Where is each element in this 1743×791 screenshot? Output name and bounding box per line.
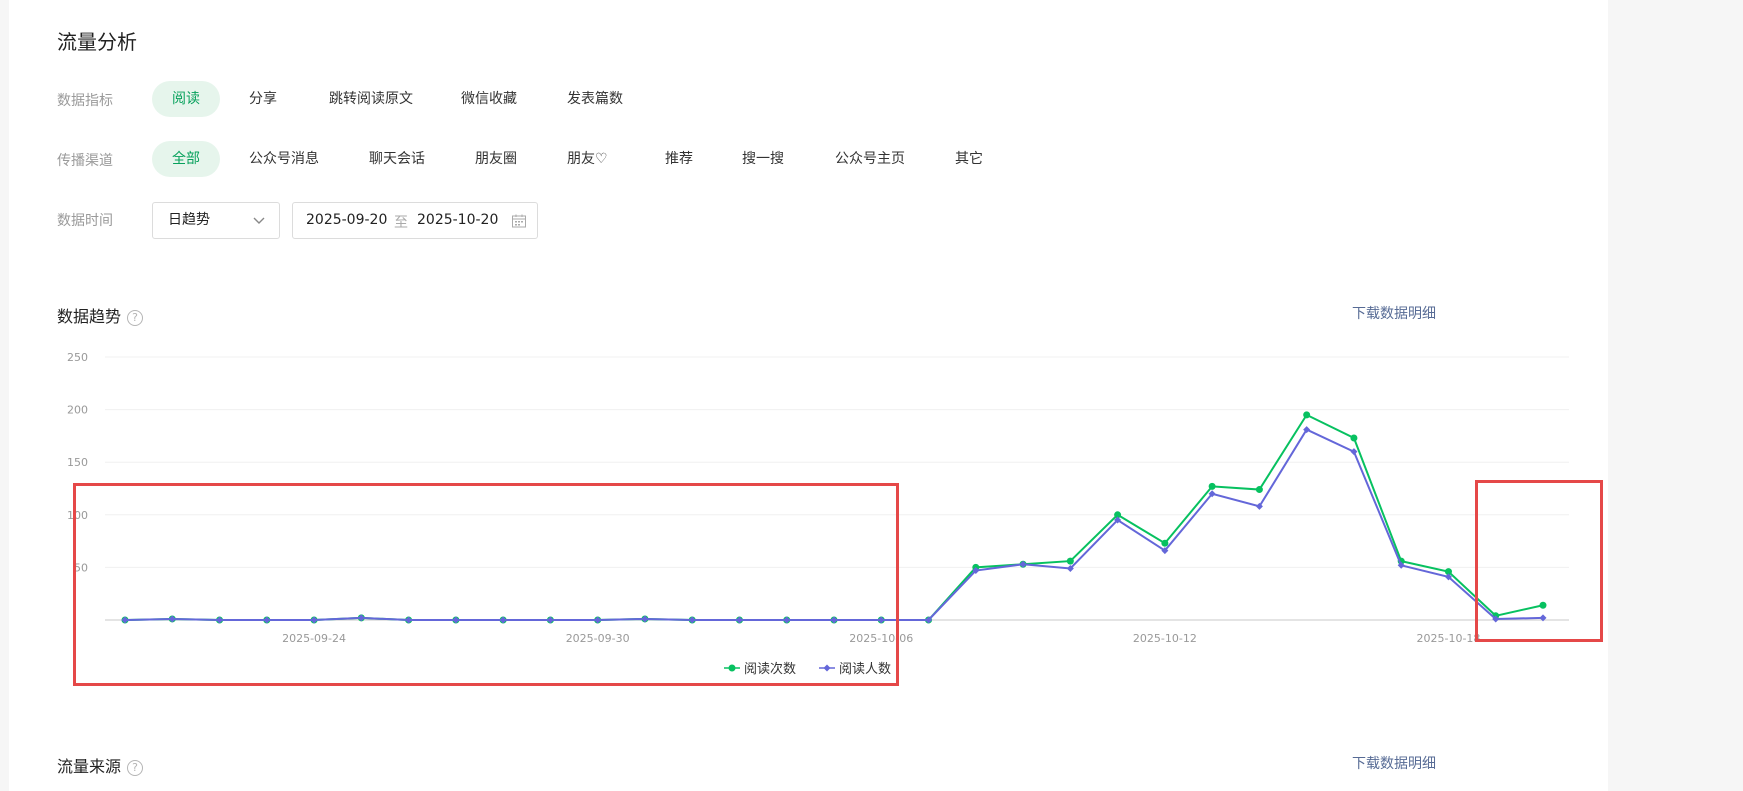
trend-download-link[interactable]: 下载数据明细	[1352, 303, 1436, 323]
channel-option-chat[interactable]: 聊天会话	[349, 141, 445, 177]
trend-section-title: 数据趋势?	[57, 303, 144, 327]
y-tick-label: 200	[67, 404, 88, 417]
x-tick-label: 2025-10-12	[1133, 632, 1197, 645]
channel-option-search[interactable]: 搜一搜	[722, 141, 804, 177]
data-point-reads	[1350, 434, 1358, 442]
metric-option-read-original[interactable]: 跳转阅读原文	[309, 81, 433, 117]
data-point-reads	[1066, 557, 1074, 565]
data-point-reads	[1208, 482, 1216, 490]
calendar-icon	[512, 214, 526, 228]
data-point-readers	[1350, 448, 1358, 456]
metric-option-wechat-favorite[interactable]: 微信收藏	[441, 81, 537, 117]
metric-option-share[interactable]: 分享	[229, 81, 297, 117]
annotation-box-right	[1475, 480, 1603, 642]
time-filter-label: 数据时间	[57, 213, 113, 229]
metric-filter-label: 数据指标	[57, 93, 113, 109]
chevron-down-icon	[253, 217, 265, 224]
granularity-value: 日趋势	[168, 212, 210, 228]
channel-option-moments[interactable]: 朋友圈	[455, 141, 537, 177]
channel-option-other[interactable]: 其它	[935, 141, 1003, 177]
y-tick-label: 150	[67, 456, 88, 469]
help-icon[interactable]: ?	[127, 310, 144, 326]
date-range-picker[interactable]: 2025-09-20 至 2025-10-20	[292, 202, 538, 239]
x-tick-label: 2025-10-18	[1416, 632, 1480, 645]
help-icon[interactable]: ?	[127, 760, 144, 776]
date-separator: 至	[394, 215, 408, 231]
channel-option-all[interactable]: 全部	[152, 141, 220, 177]
channel-option-account-message[interactable]: 公众号消息	[229, 141, 339, 177]
date-end[interactable]: 2025-10-20	[417, 212, 498, 228]
source-section-title: 流量来源?	[57, 753, 144, 777]
source-title-text: 流量来源	[57, 757, 122, 776]
source-download-link[interactable]: 下载数据明细	[1352, 753, 1436, 773]
channel-option-account-home[interactable]: 公众号主页	[815, 141, 925, 177]
data-point-reads	[1255, 486, 1263, 494]
metric-option-post-count[interactable]: 发表篇数	[547, 81, 643, 117]
y-tick-label: 250	[67, 351, 88, 364]
data-point-reads	[1161, 539, 1169, 547]
data-point-reads	[1303, 411, 1311, 419]
annotation-box-left	[73, 483, 899, 686]
channel-filter-label: 传播渠道	[57, 153, 113, 169]
granularity-select[interactable]: 日趋势	[152, 202, 280, 239]
channel-option-recommend[interactable]: 推荐	[645, 141, 713, 177]
page-title: 流量分析	[57, 30, 137, 54]
trend-title-text: 数据趋势	[57, 307, 122, 326]
channel-option-friends-like[interactable]: 朋友♡	[547, 141, 628, 177]
metric-option-reads[interactable]: 阅读	[152, 81, 220, 117]
date-start[interactable]: 2025-09-20	[306, 212, 387, 228]
